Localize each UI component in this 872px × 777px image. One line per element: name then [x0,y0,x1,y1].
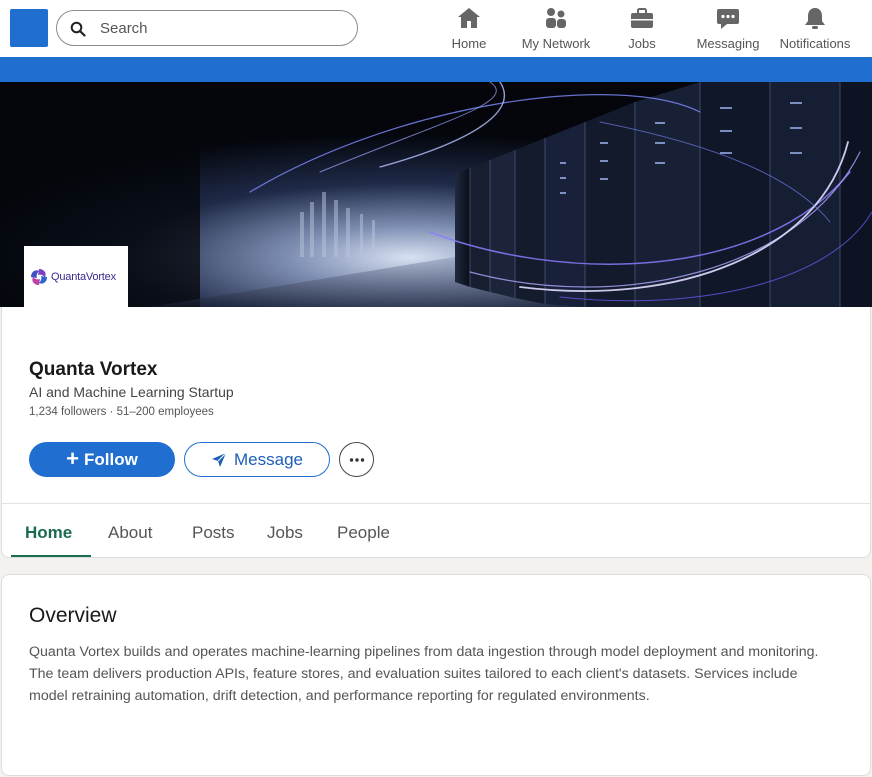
nav-my-network-label: My Network [521,36,591,51]
company-follower-stats: 1,234 followers · 51–200 employees [29,406,214,418]
app-logo[interactable] [10,9,48,47]
plus-icon: + [66,445,80,471]
tab-people[interactable]: People [337,523,390,543]
overview-title: Overview [29,604,117,627]
more-horizontal-icon [349,457,364,462]
follow-button-label: Follow [84,449,138,469]
nav-home[interactable]: Home [449,6,489,52]
top-navigation: Home My Network Jobs Messaging [0,0,872,57]
search-bar[interactable] [56,10,358,46]
company-tagline: AI and Machine Learning Startup [29,384,234,400]
company-logo-text: QuantaVortex [51,270,116,283]
accent-strip [0,57,872,82]
tab-jobs[interactable]: Jobs [267,523,303,543]
follow-button[interactable]: + Follow [29,442,175,477]
nav-jobs-label: Jobs [628,36,656,51]
nav-messaging-label: Messaging [696,36,760,51]
network-icon [546,8,566,28]
home-icon [458,8,480,28]
nav-jobs[interactable]: Jobs [622,6,662,52]
search-icon [70,21,86,37]
send-icon [212,452,227,467]
divider [2,503,870,504]
tab-posts[interactable]: Posts [192,523,235,543]
nav-home-label: Home [451,36,487,51]
more-options-button[interactable] [339,442,374,477]
message-button-label: Message [234,449,303,469]
active-tab-indicator [11,555,91,557]
nav-messaging[interactable]: Messaging [694,6,762,52]
nav-my-network[interactable]: My Network [516,6,596,52]
overview-card: Overview Quanta Vortex builds and operat… [1,574,871,776]
bell-icon [805,8,825,29]
datacenter-banner-image [0,82,872,307]
search-input[interactable] [100,17,340,39]
briefcase-icon [631,8,653,28]
messaging-icon [717,9,739,29]
cover-banner [0,82,872,307]
tab-home[interactable]: Home [25,523,72,543]
tab-about[interactable]: About [108,523,152,543]
company-profile-card: Quanta Vortex AI and Machine Learning St… [1,307,871,558]
company-name: Quanta Vortex [29,359,158,380]
nav-notifications[interactable]: Notifications [776,6,854,52]
message-button[interactable]: Message [184,442,330,477]
nav-notifications-label: Notifications [779,36,851,51]
overview-description: Quanta Vortex builds and operates machin… [29,644,819,704]
company-logo[interactable]: QuantaVortex [24,246,128,307]
vortex-logo-icon [31,268,47,285]
